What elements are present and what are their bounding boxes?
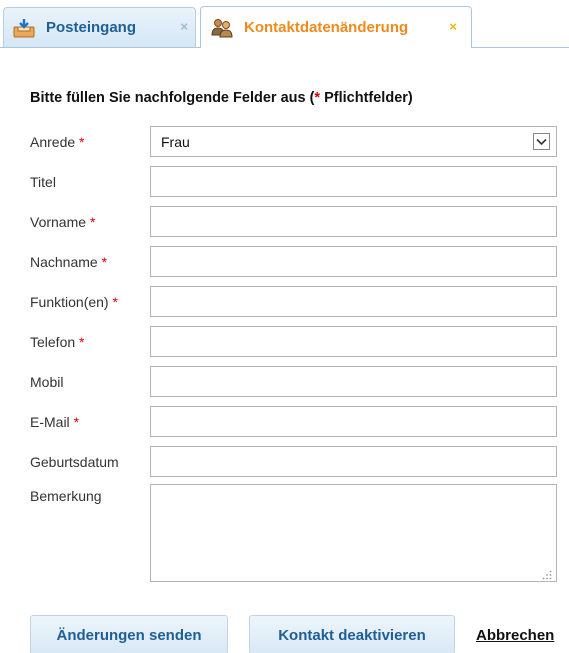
tab-posteingang-label: Posteingang — [46, 19, 137, 36]
required-star: * — [79, 134, 85, 150]
form-heading-rest: Pflichtfelder) — [320, 90, 413, 106]
label-email: E-Mail * — [30, 414, 80, 430]
inbox-tray-icon — [13, 18, 35, 38]
bemerkung-textarea[interactable] — [150, 484, 557, 582]
tab-kontaktdatenaenderung[interactable]: Kontaktdatenänderung × — [200, 6, 472, 48]
tab-kontaktdatenaenderung-label: Kontaktdatenänderung — [244, 19, 409, 36]
label-titel: Titel — [30, 174, 56, 190]
nachname-input[interactable] — [150, 246, 557, 277]
form-heading-text: Bitte füllen Sie nachfolgende Felder aus… — [30, 90, 315, 106]
telefon-input[interactable] — [150, 326, 557, 357]
required-star: * — [89, 214, 96, 230]
resize-handle-icon[interactable] — [542, 567, 552, 580]
contacts-people-icon — [211, 18, 233, 38]
chevron-down-icon[interactable] — [533, 133, 550, 150]
required-star: * — [112, 294, 118, 310]
deactivate-contact-button[interactable]: Kontakt deaktivieren — [249, 615, 455, 653]
tab-strip: Posteingang × Kontaktdatenänderung × — [0, 0, 569, 48]
send-changes-button[interactable]: Änderungen senden — [30, 615, 228, 653]
close-icon[interactable]: × — [449, 19, 457, 34]
label-funktionen: Funktion(en) * — [30, 294, 118, 310]
titel-input[interactable] — [150, 166, 557, 197]
email-input[interactable] — [150, 406, 557, 437]
anrede-select[interactable]: Frau — [150, 126, 557, 157]
geburtsdatum-input[interactable] — [150, 446, 557, 477]
anrede-value: Frau — [161, 133, 190, 150]
required-star: * — [79, 334, 85, 350]
funktionen-input[interactable] — [150, 286, 557, 317]
label-bemerkung: Bemerkung — [30, 488, 102, 504]
cancel-link[interactable]: Abbrechen — [476, 627, 554, 644]
close-icon[interactable]: × — [180, 19, 188, 34]
required-star: * — [73, 414, 80, 430]
mobil-input[interactable] — [150, 366, 557, 397]
tab-posteingang[interactable]: Posteingang × — [3, 7, 196, 47]
required-star: * — [101, 254, 108, 270]
label-telefon: Telefon * — [30, 334, 85, 350]
label-anrede: Anrede * — [30, 134, 85, 150]
label-geburtsdatum: Geburtsdatum — [30, 454, 119, 470]
label-vorname: Vorname * — [30, 214, 96, 230]
form-heading: Bitte füllen Sie nachfolgende Felder aus… — [30, 90, 413, 106]
vorname-input[interactable] — [150, 206, 557, 237]
label-mobil: Mobil — [30, 374, 64, 390]
label-nachname: Nachname * — [30, 254, 108, 270]
